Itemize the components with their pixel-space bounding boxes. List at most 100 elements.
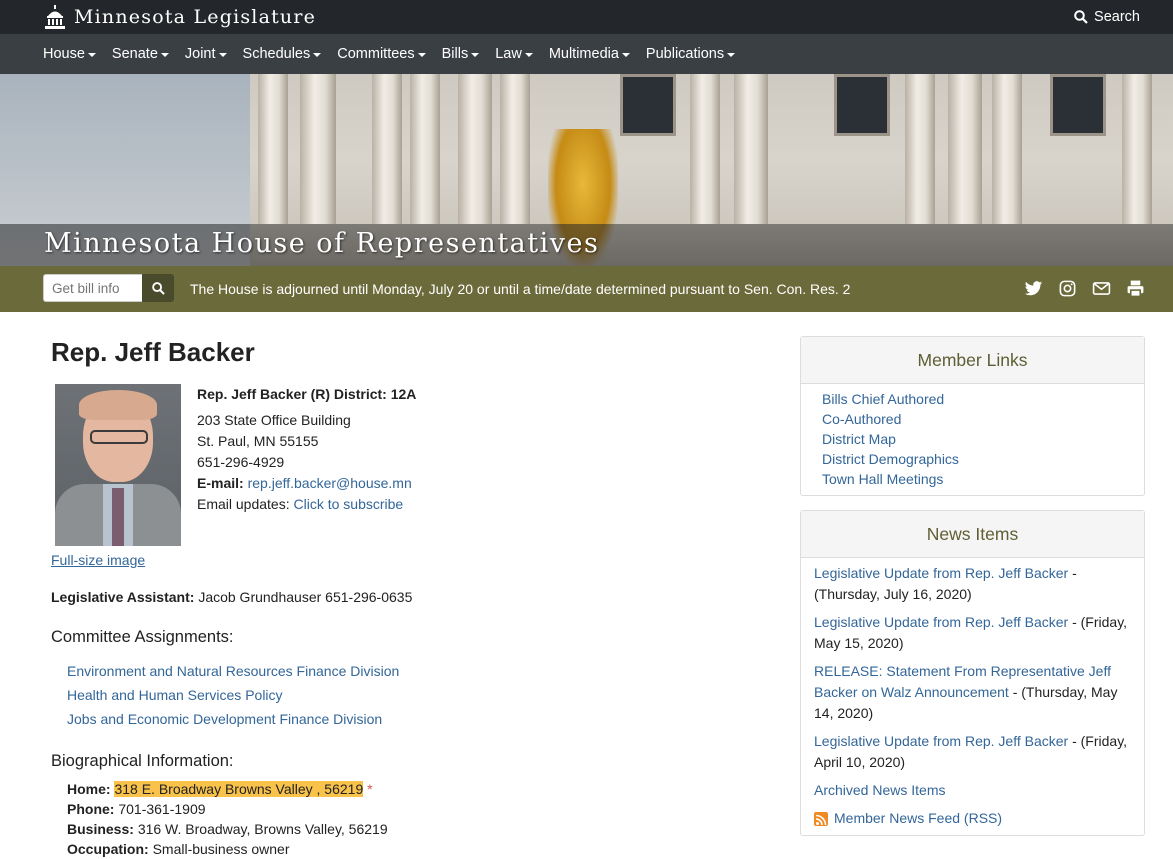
bio-info: Home: 318 E. Broadway Browns Valley , 56… [67, 779, 388, 859]
caret-down-icon [524, 52, 533, 57]
nav-label: Bills [441, 46, 469, 62]
capitol-logo-icon [45, 5, 65, 29]
bio-heading: Biographical Information: [51, 752, 234, 770]
nav-law[interactable]: Law [495, 46, 533, 62]
bill-search-input[interactable] [43, 274, 142, 302]
capitol-column [690, 74, 720, 224]
nav-label: House [43, 46, 85, 62]
full-size-image-link[interactable]: Full-size image [51, 552, 145, 568]
bio-business-label: Business: [67, 821, 134, 837]
capitol-window [1050, 74, 1106, 136]
twitter-icon[interactable] [1024, 279, 1043, 298]
capitol-column [734, 74, 768, 224]
nav-label: Joint [184, 46, 216, 62]
capitol-column [500, 74, 530, 224]
caret-down-icon [417, 52, 426, 57]
news-item: Legislative Update from Rep. Jeff Backer… [814, 731, 1136, 773]
page-title: Rep. Jeff Backer [51, 337, 255, 367]
news-list: Legislative Update from Rep. Jeff Backer… [801, 558, 1144, 835]
subscribe-link[interactable]: Click to subscribe [294, 496, 404, 512]
bill-search-form [43, 274, 174, 302]
news-link[interactable]: Legislative Update from Rep. Jeff Backer [814, 733, 1068, 749]
nav-label: Senate [111, 46, 158, 62]
caret-down-icon [218, 52, 227, 57]
bio-phone-value: 701-361-1909 [118, 801, 206, 817]
member-link-district-demographics[interactable]: District Demographics [822, 451, 959, 467]
committee-list: Environment and Natural Resources Financ… [67, 659, 399, 731]
nav-bills[interactable]: Bills [442, 46, 480, 62]
nav-multimedia[interactable]: Multimedia [549, 46, 630, 62]
office-phone: 651-296-4929 [197, 454, 285, 470]
photo-glasses [90, 430, 148, 444]
member-heading-line: Rep. Jeff Backer (R) District: 12A [197, 386, 417, 402]
email-link[interactable]: rep.jeff.backer@house.mn [248, 475, 412, 491]
assistant-label: Legislative Assistant: [51, 589, 195, 605]
capitol-column [992, 74, 1022, 224]
top-bar: Minnesota Legislature Search [0, 0, 1173, 34]
news-heading: News Items [801, 511, 1144, 558]
search-icon [151, 281, 165, 295]
bill-search-bar: The House is adjourned until Monday, Jul… [0, 266, 1173, 312]
member-links-heading: Member Links [801, 337, 1144, 384]
bio-business-value: 316 W. Broadway, Browns Valley, 56219 [137, 821, 388, 837]
member-links-panel: Member Links Bills Chief Authored Co-Aut… [800, 336, 1145, 496]
assistant-value: Jacob Grundhauser 651-296-0635 [198, 589, 413, 605]
nav-senate[interactable]: Senate [112, 46, 169, 62]
bill-search-button[interactable] [142, 274, 174, 302]
site-brand[interactable]: Minnesota Legislature [44, 4, 316, 30]
email-updates-row: Email updates: Click to subscribe [197, 494, 416, 515]
nav-committees[interactable]: Committees [337, 46, 426, 62]
capitol-window [834, 74, 890, 136]
news-link[interactable]: Legislative Update from Rep. Jeff Backer [814, 614, 1068, 630]
member-link-bills-chief-authored[interactable]: Bills Chief Authored [822, 391, 944, 407]
member-link-town-hall-meetings[interactable]: Town Hall Meetings [822, 471, 943, 487]
bio-phone-label: Phone: [67, 801, 115, 817]
nav-label: Committees [337, 46, 415, 62]
news-item: Legislative Update from Rep. Jeff Backer… [814, 563, 1136, 605]
nav-joint[interactable]: Joint [185, 46, 227, 62]
legislative-assistant: Legislative Assistant: Jacob Grundhauser… [51, 589, 412, 605]
print-icon[interactable] [1126, 279, 1145, 298]
capitol-window [620, 74, 676, 136]
archived-news-link[interactable]: Archived News Items [814, 782, 945, 798]
capitol-column [372, 74, 402, 224]
email-label: E-mail: [197, 475, 244, 491]
member-link-district-map[interactable]: District Map [822, 431, 896, 447]
search-button[interactable]: Search [1074, 9, 1140, 25]
main-nav: House Senate Joint Schedules Committees … [0, 34, 1173, 74]
caret-down-icon [313, 52, 322, 57]
committee-link[interactable]: Jobs and Economic Development Finance Di… [67, 711, 382, 727]
nav-schedules[interactable]: Schedules [243, 46, 322, 62]
capitol-column [300, 74, 336, 224]
bio-home-label: Home: [67, 781, 111, 797]
nav-publications[interactable]: Publications [646, 46, 736, 62]
social-links [1024, 279, 1145, 298]
bio-home-value: 318 E. Broadway Browns Valley , 56219 [114, 781, 364, 797]
rss-feed-link[interactable]: Member News Feed (RSS) [834, 808, 1002, 829]
caret-down-icon [621, 52, 630, 57]
email-updates-label: Email updates: [197, 496, 290, 512]
member-photo[interactable] [55, 384, 181, 546]
nav-house[interactable]: House [43, 46, 96, 62]
committee-heading: Committee Assignments: [51, 628, 234, 646]
bio-home-marker: * [367, 781, 373, 797]
email-icon[interactable] [1092, 279, 1111, 298]
email-row: E-mail: rep.jeff.backer@house.mn [197, 473, 416, 494]
search-label: Search [1094, 9, 1140, 25]
committee-link[interactable]: Health and Human Services Policy [67, 687, 283, 703]
caret-down-icon [87, 52, 96, 57]
bio-phone-row: Phone: 701-361-1909 [67, 799, 388, 819]
capitol-column [1122, 74, 1152, 224]
news-panel: News Items Legislative Update from Rep. … [800, 510, 1145, 836]
capitol-column [258, 74, 288, 224]
office-city: St. Paul, MN 55155 [197, 433, 319, 449]
member-link-co-authored[interactable]: Co-Authored [822, 411, 901, 427]
contact-info: Rep. Jeff Backer (R) District: 12A 203 S… [197, 384, 416, 515]
caret-down-icon [471, 52, 480, 57]
capitol-column [905, 74, 935, 224]
nav-label: Multimedia [548, 46, 619, 62]
nav-label: Law [495, 46, 522, 62]
news-link[interactable]: Legislative Update from Rep. Jeff Backer [814, 565, 1068, 581]
instagram-icon[interactable] [1058, 279, 1077, 298]
committee-link[interactable]: Environment and Natural Resources Financ… [67, 663, 399, 679]
